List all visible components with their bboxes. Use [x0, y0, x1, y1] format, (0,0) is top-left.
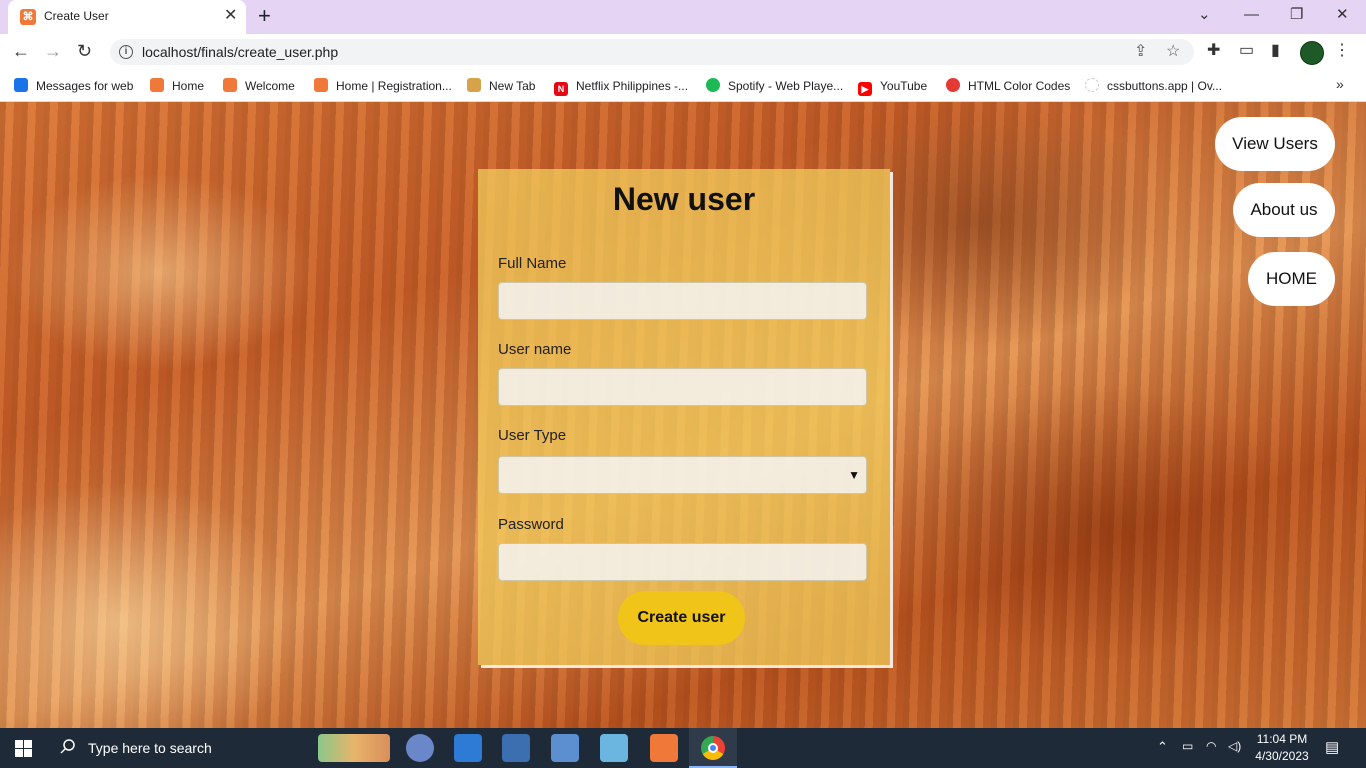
xampp-icon[interactable] [650, 734, 678, 762]
view-users-button[interactable]: View Users [1215, 117, 1335, 171]
username-input[interactable] [498, 368, 867, 406]
password-input[interactable] [498, 543, 867, 581]
cast-icon[interactable]: ▭ [1239, 41, 1254, 61]
full-name-input[interactable] [498, 282, 867, 320]
xampp-icon [314, 78, 328, 92]
taskbar-date[interactable]: 4/30/2023 [1254, 749, 1310, 763]
side-panel-icon[interactable]: ▮ [1271, 41, 1280, 61]
color-icon [946, 78, 960, 92]
address-bar[interactable]: i localhost/finals/create_user.php ⇪ ☆ [110, 39, 1194, 65]
bookmark-youtube[interactable]: ▶ YouTube [858, 77, 927, 96]
forward-icon[interactable]: → [44, 41, 62, 61]
page-background: New user Full Name User name User Type ▼… [0, 102, 1366, 728]
notifications-icon[interactable]: ▤ [1325, 738, 1339, 756]
tab-strip: ⌘ Create User ✕ + ⌄ — ❐ ✕ [0, 0, 1366, 34]
back-icon[interactable]: ← [12, 41, 30, 61]
youtube-icon: ▶ [858, 82, 872, 96]
profile-avatar[interactable] [1300, 41, 1324, 65]
close-window-icon[interactable]: ✕ [1336, 5, 1349, 25]
spotify-icon [706, 78, 720, 92]
windows-taskbar: Type here to search ⌃ ▭ ◠ ◁) 11:04 PM 4/… [0, 728, 1366, 768]
drinks-widget-icon[interactable] [318, 734, 390, 762]
bookmarks-bar: Messages for web Home Welcome Home | Reg… [0, 70, 1366, 102]
share-icon[interactable]: ⇪ [1134, 42, 1147, 62]
chrome-icon [701, 736, 725, 760]
create-user-button[interactable]: Create user [618, 591, 745, 645]
paint-icon[interactable] [406, 734, 434, 762]
bookmark-messages[interactable]: Messages for web [14, 77, 133, 95]
bookmark-new-tab[interactable]: New Tab [467, 77, 535, 95]
menu-icon[interactable]: ⋮ [1334, 41, 1350, 61]
control-panel-icon[interactable] [454, 734, 482, 762]
bookmark-cssbuttons[interactable]: cssbuttons.app | Ov... [1085, 77, 1222, 95]
xampp-icon [223, 78, 237, 92]
user-type-select[interactable]: ▼ [498, 456, 867, 494]
tab-title: Create User [44, 9, 109, 23]
chrome-taskbar-button[interactable] [689, 728, 737, 768]
reload-icon[interactable]: ↻ [77, 41, 92, 61]
more-bookmarks-icon[interactable]: » [1336, 76, 1344, 92]
bookmark-home[interactable]: Home [150, 77, 204, 95]
calculator-icon[interactable] [551, 734, 579, 762]
search-placeholder: Type here to search [88, 740, 212, 756]
chevron-down-icon: ▼ [848, 468, 860, 482]
bookmark-spotify[interactable]: Spotify - Web Playe... [706, 77, 843, 95]
create-user-form: New user Full Name User name User Type ▼… [478, 169, 890, 665]
minimize-icon[interactable]: — [1244, 5, 1259, 25]
messages-icon [14, 78, 28, 92]
extensions-icon[interactable]: ✚ [1207, 41, 1220, 61]
browser-toolbar: ← → ↻ i localhost/finals/create_user.php… [0, 34, 1366, 70]
bookmark-star-icon[interactable]: ☆ [1166, 42, 1180, 62]
battery-icon[interactable]: ▭ [1182, 739, 1193, 753]
bookmark-html-color-codes[interactable]: HTML Color Codes [946, 77, 1070, 95]
windows-start-icon[interactable] [15, 740, 32, 757]
restore-icon[interactable]: ❐ [1290, 5, 1303, 25]
taskbar-search[interactable]: Type here to search [48, 728, 310, 768]
computer-icon[interactable] [502, 734, 530, 762]
bookmark-registration[interactable]: Home | Registration... [314, 77, 452, 95]
form-title: New user [612, 181, 756, 217]
bookmark-netflix[interactable]: N Netflix Philippines -... [554, 77, 688, 96]
tab-search-icon[interactable]: ⌄ [1198, 5, 1211, 25]
username-label: User name [498, 341, 572, 358]
bookmark-welcome[interactable]: Welcome [223, 77, 295, 95]
notepad-icon[interactable] [600, 734, 628, 762]
taskbar-time[interactable]: 11:04 PM [1256, 732, 1308, 746]
volume-icon[interactable]: ◁) [1228, 739, 1241, 753]
search-icon [60, 738, 76, 754]
netflix-icon: N [554, 82, 568, 96]
about-us-button[interactable]: About us [1233, 183, 1335, 237]
user-type-label: User Type [498, 427, 567, 444]
info-icon[interactable]: i [119, 45, 133, 59]
browser-tab[interactable]: ⌘ Create User ✕ [8, 0, 246, 34]
new-tab-icon[interactable]: + [258, 4, 271, 28]
password-label: Password [498, 516, 564, 533]
wifi-icon[interactable]: ◠ [1206, 739, 1216, 753]
full-name-label: Full Name [498, 255, 567, 272]
home-button[interactable]: HOME [1248, 252, 1335, 306]
pizza-icon [467, 78, 481, 92]
xampp-icon: ⌘ [20, 9, 36, 25]
xampp-icon [150, 78, 164, 92]
show-hidden-icons[interactable]: ⌃ [1157, 739, 1168, 755]
url-text[interactable]: localhost/finals/create_user.php [142, 44, 338, 60]
close-tab-icon[interactable]: ✕ [224, 7, 237, 25]
loading-icon [1085, 78, 1099, 92]
